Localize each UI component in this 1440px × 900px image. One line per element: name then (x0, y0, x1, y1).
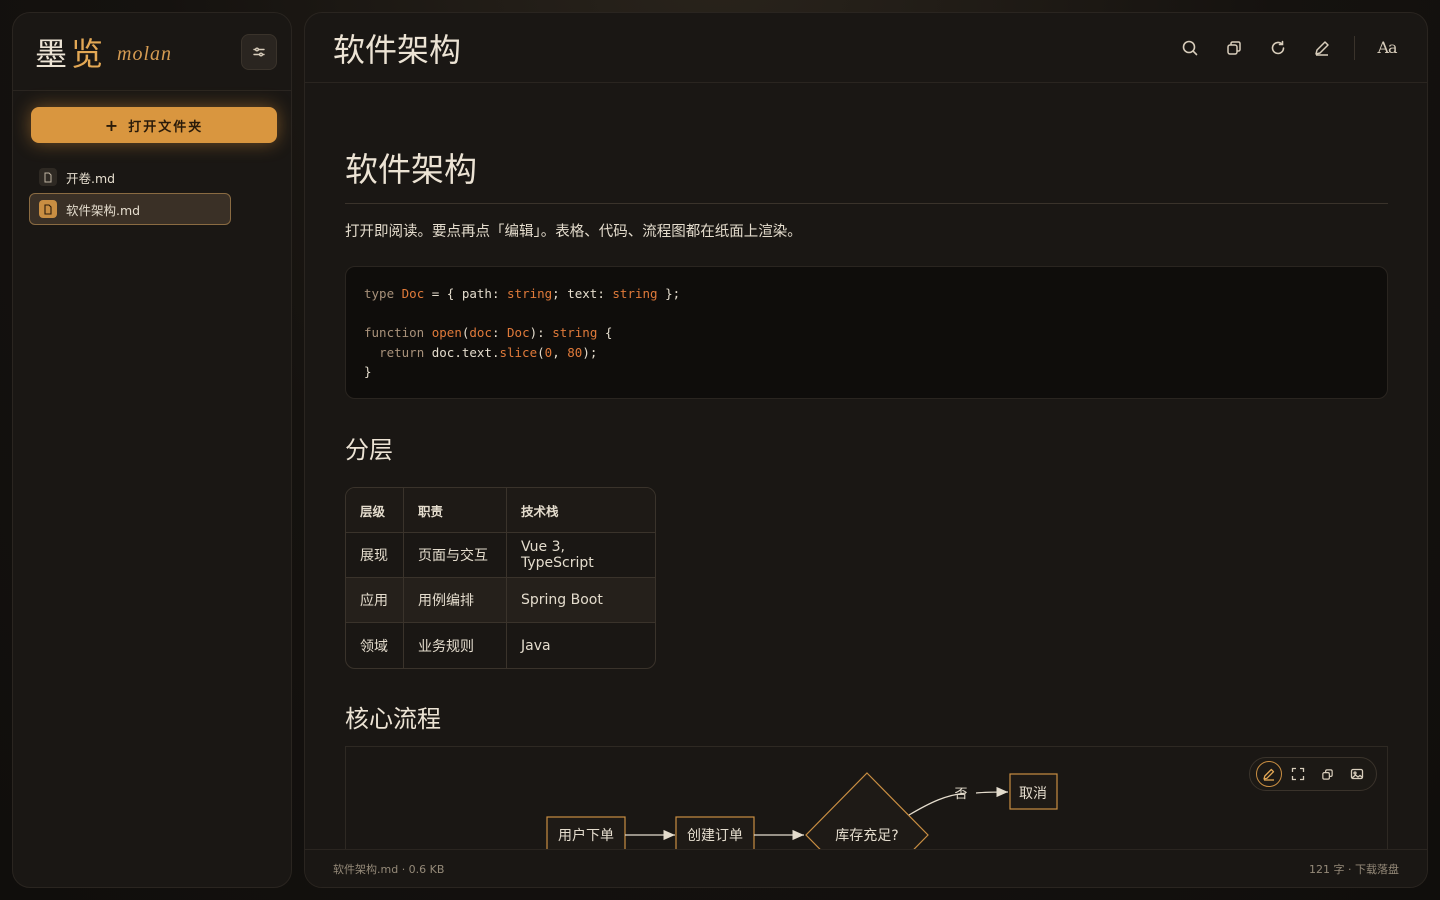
file-list: 开卷.md 软件架构.md (29, 161, 233, 225)
table-cell: 展现 (346, 533, 404, 578)
sliders-icon (253, 47, 265, 56)
font-size-button[interactable]: Aa (1375, 36, 1399, 60)
edit-icon (1315, 40, 1329, 56)
file-item-software-architecture[interactable]: 软件架构.md (29, 193, 231, 225)
code-line-3: function open(doc: Doc): string { (364, 325, 613, 340)
doc-lead-paragraph: 打开即阅读。要点再点「编辑」。表格、代码、流程图都在纸面上渲染。 (345, 224, 802, 240)
flow-node-label: 用户下单 (558, 827, 614, 844)
status-file-info: 软件架构.md · 0.6 KB (333, 862, 445, 876)
code-line-1: type Doc = { path: string; text: string … (364, 286, 681, 301)
diagram-edit-button[interactable] (1255, 761, 1282, 787)
doc-heading-layers: 分层 (345, 436, 393, 464)
edit-icon (1263, 768, 1274, 781)
table-header-row: 层级 职责 技术栈 (346, 488, 655, 533)
copy-icon (1227, 40, 1241, 55)
table-cell: Spring Boot (507, 578, 655, 623)
diagram-toolbar (1249, 757, 1377, 791)
doc-heading-1: 软件架构 (345, 143, 1388, 204)
fullscreen-icon (1292, 767, 1305, 781)
layers-table: 层级 职责 技术栈 展现 页面与交互 Vue 3, TypeScript 应用 … (345, 487, 656, 669)
brand-char-1: 墨 (35, 34, 72, 73)
toolbar-divider (1354, 35, 1355, 60)
flow-node-label: 取消 (1019, 786, 1047, 802)
table-cell: 领域 (346, 623, 404, 668)
file-icon (39, 168, 57, 186)
table-cell: Java (521, 637, 551, 654)
sidebar-settings-button[interactable] (241, 33, 277, 70)
document-content: 软件架构 打开即阅读。要点再点「编辑」。表格、代码、流程图都在纸面上渲染。 ty… (345, 83, 1388, 887)
file-name: 开卷.md (66, 170, 116, 186)
brand-subtitle: molan (117, 43, 173, 65)
sidebar: 墨览 molan + 打开文件夹 开卷.md 软件架构.md (12, 12, 292, 888)
flow-edge (975, 786, 1009, 798)
diagram-export-image-button[interactable] (1344, 761, 1370, 787)
table-cell: 应用 (346, 578, 404, 623)
table-header-cell: 层级 (346, 488, 404, 533)
plus-icon: + (104, 115, 121, 135)
status-word-count: 121 字 · 下载落盘 (1309, 862, 1399, 876)
image-icon (1351, 768, 1364, 780)
diagram-copy-button[interactable] (1315, 761, 1341, 787)
table-header-cell: 技术栈 (507, 488, 655, 533)
diagram-fullscreen-button[interactable] (1285, 761, 1311, 787)
flow-node-user-order: 用户下单 (546, 816, 626, 853)
flow-node-create-order: 创建订单 (675, 816, 755, 853)
table-cell: 业务规则 (404, 623, 507, 668)
flow-node-label: 创建订单 (687, 828, 743, 844)
code-block: type Doc = { path: string; text: string … (345, 266, 1388, 399)
toolbar: Aa (1178, 35, 1399, 60)
search-icon (1182, 40, 1198, 55)
table-row: 领域 业务规则 Java (346, 623, 655, 668)
refresh-button[interactable] (1266, 36, 1290, 60)
edit-button[interactable] (1310, 36, 1334, 60)
statusbar: 软件架构.md · 0.6 KB 121 字 · 下载落盘 (305, 849, 1427, 887)
table-cell: Vue 3, TypeScript (507, 533, 655, 578)
file-icon (39, 200, 57, 218)
code-line-5: } (364, 364, 372, 379)
code-line-4: return doc.text.slice(0, 80); (379, 344, 598, 360)
brand-char-2: 览 (71, 34, 108, 73)
open-folder-button[interactable]: + 打开文件夹 (31, 107, 277, 143)
doc-heading-flow: 核心流程 (345, 705, 441, 733)
font-size-icon: Aa (1377, 38, 1397, 57)
topbar: 软件架构 Aa (305, 13, 1427, 83)
page-title: 软件架构 (333, 30, 462, 69)
table-row: 应用 用例编排 Spring Boot (346, 578, 655, 623)
flow-node-label: 库存充足? (835, 828, 898, 844)
table-cell: 页面与交互 (404, 533, 507, 578)
table-row: 展现 页面与交互 Vue 3, TypeScript (346, 533, 655, 578)
open-folder-label: 打开文件夹 (128, 119, 204, 135)
table-cell: 用例编排 (404, 578, 507, 623)
flow-edge-label: 否 (954, 787, 967, 802)
brand-logo: 墨览 (35, 29, 107, 75)
copy-button[interactable] (1222, 36, 1246, 60)
refresh-icon (1271, 40, 1285, 54)
file-name: 软件架构.md (66, 202, 141, 218)
main-panel: 软件架构 Aa 软件架构 打开即阅读。要点再点「编辑」。表格、代码、流程图都在纸… (304, 12, 1428, 888)
file-item-kaijuan[interactable]: 开卷.md (29, 161, 233, 193)
sidebar-header: 墨览 molan (13, 13, 291, 91)
flow-node-cancel: 取消 (1009, 773, 1058, 810)
table-header-cell: 职责 (404, 488, 507, 533)
copy-icon (1322, 768, 1333, 780)
search-button[interactable] (1178, 36, 1202, 60)
